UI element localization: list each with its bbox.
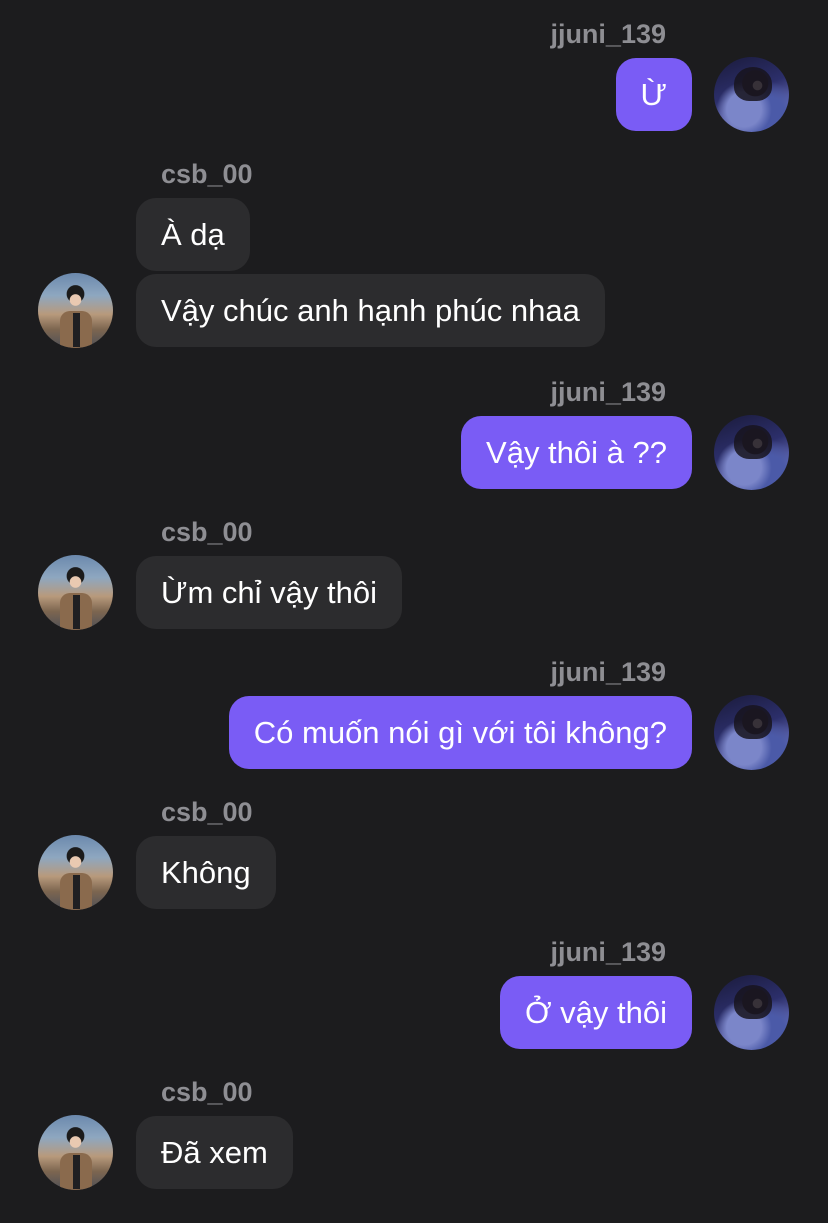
sender-name: jjuni_139 xyxy=(550,19,666,49)
received-message-bubble[interactable]: Không xyxy=(136,836,276,909)
chat-thread[interactable]: jjuni_139 Ừ csb_00 À dạ Vậy chúc anh hạn… xyxy=(0,0,828,1223)
sent-message-bubble[interactable]: Ừ xyxy=(615,58,692,131)
avatar[interactable] xyxy=(38,273,113,348)
sender-name: jjuni_139 xyxy=(550,377,666,407)
avatar[interactable] xyxy=(38,555,113,630)
avatar[interactable] xyxy=(714,57,789,132)
avatar[interactable] xyxy=(714,975,789,1050)
received-message-bubble[interactable]: Đã xem xyxy=(136,1116,293,1189)
avatar[interactable] xyxy=(714,415,789,490)
sender-name: jjuni_139 xyxy=(550,657,666,687)
sender-name: jjuni_139 xyxy=(550,937,666,967)
avatar[interactable] xyxy=(714,695,789,770)
sent-message-bubble[interactable]: Vậy thôi à ?? xyxy=(461,416,692,489)
sender-name: csb_00 xyxy=(161,517,253,547)
sent-message-bubble[interactable]: Có muốn nói gì với tôi không? xyxy=(228,696,692,769)
sent-message-bubble[interactable]: Ở vậy thôi xyxy=(499,976,692,1049)
received-message-bubble[interactable]: Ừm chỉ vậy thôi xyxy=(136,556,402,629)
sender-name: csb_00 xyxy=(161,159,253,189)
avatar[interactable] xyxy=(38,835,113,910)
sender-name: csb_00 xyxy=(161,1077,253,1107)
avatar[interactable] xyxy=(38,1115,113,1190)
received-message-bubble[interactable]: Vậy chúc anh hạnh phúc nhaa xyxy=(136,274,605,347)
received-message-bubble[interactable]: À dạ xyxy=(136,198,250,271)
sender-name: csb_00 xyxy=(161,797,253,827)
